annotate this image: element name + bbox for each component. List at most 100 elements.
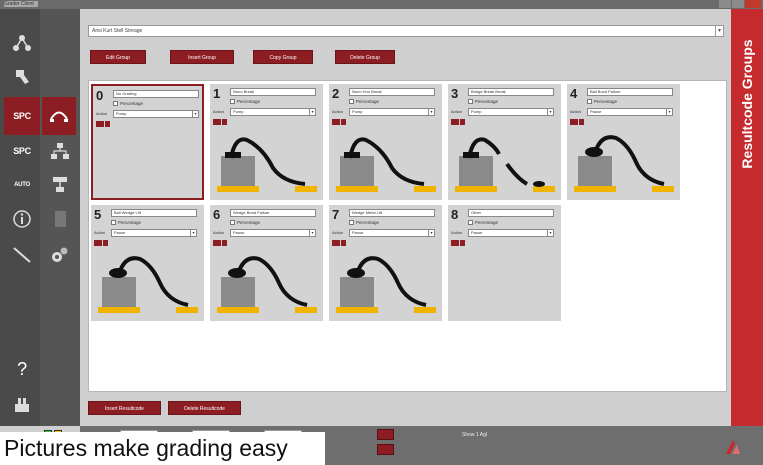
mail-icon[interactable] — [332, 240, 340, 246]
mail-icon[interactable] — [94, 240, 102, 246]
chevron-down-icon[interactable]: ▾ — [547, 230, 553, 236]
action-select[interactable]: Pump ▾ — [468, 108, 554, 116]
action-select[interactable]: Pause ▾ — [111, 229, 197, 237]
table-icon[interactable] — [460, 240, 465, 246]
probe-icon[interactable] — [4, 239, 40, 271]
info-icon[interactable] — [4, 203, 40, 235]
table-icon[interactable] — [579, 119, 584, 125]
percentage-checkbox[interactable]: Percentage — [468, 220, 498, 225]
checkbox-box[interactable] — [587, 99, 592, 104]
resultcode-name-input[interactable]: Wedge Metal Lift — [349, 209, 435, 217]
checkbox-box[interactable] — [468, 220, 473, 225]
table-icon[interactable] — [460, 119, 465, 125]
action-select[interactable]: Pump ▾ — [230, 108, 316, 116]
resultcode-card[interactable]: 6 Wedge Bond Failure Percentage Action Pause… — [210, 205, 323, 321]
delete-resultcode-button[interactable]: Delete Resultcode — [168, 401, 241, 415]
action-select[interactable]: Pause ▾ — [349, 229, 435, 237]
edit-group-button[interactable]: Edit Group — [90, 50, 146, 64]
mail-icon[interactable] — [570, 119, 578, 125]
percentage-checkbox[interactable]: Percentage — [230, 220, 260, 225]
action-select[interactable]: Pump ▾ — [113, 110, 199, 118]
checkbox-box[interactable] — [230, 220, 235, 225]
close-button[interactable] — [745, 0, 761, 8]
chevron-down-icon[interactable]: ▾ — [309, 109, 315, 115]
resultcode-card[interactable]: 3 Bridge Break Break Percentage Action Pump ▾ — [448, 84, 561, 200]
table-icon[interactable] — [105, 121, 110, 127]
action-select[interactable]: Pause ▾ — [468, 229, 554, 237]
checkbox-box[interactable] — [113, 101, 118, 106]
insert-group-button[interactable]: Insert Group — [170, 50, 234, 64]
action-select[interactable]: Pump ▾ — [349, 108, 435, 116]
checkbox-box[interactable] — [230, 99, 235, 104]
resultcode-card[interactable]: 2 Nono Hno Break Percentage Action Pump ▾ — [329, 84, 442, 200]
settings-gears-icon[interactable] — [42, 239, 78, 271]
insert-resultcode-button[interactable]: Insert Resultcode — [88, 401, 161, 415]
resultcode-card[interactable]: 7 Wedge Metal Lift Percentage Action Pause ▾ — [329, 205, 442, 321]
mail-icon[interactable] — [451, 119, 459, 125]
maximize-button[interactable] — [732, 0, 744, 8]
percentage-checkbox[interactable]: Percentage — [349, 220, 379, 225]
action-select[interactable]: Pause ▾ — [230, 229, 316, 237]
resultcode-name-input[interactable]: No Grading — [113, 90, 199, 98]
mail-icon[interactable] — [451, 240, 459, 246]
window-title: Grader Client — [4, 1, 38, 7]
mail-icon[interactable] — [213, 240, 221, 246]
chevron-down-icon[interactable]: ▾ — [309, 230, 315, 236]
table-icon[interactable] — [341, 119, 346, 125]
help-button[interactable]: ? — [4, 353, 40, 385]
resultcode-card[interactable]: 1 Nono Break Percentage Action Pump ▾ — [210, 84, 323, 200]
group-select[interactable]: Ansi Kurt Stell Streage ▾ — [88, 25, 724, 37]
wire-pull-icon[interactable] — [42, 97, 76, 135]
auto-button[interactable]: AUTO — [4, 169, 40, 201]
action-select[interactable]: Pause ▾ — [587, 108, 673, 116]
chevron-down-icon[interactable]: ▾ — [547, 109, 553, 115]
chevron-down-icon[interactable]: ▾ — [428, 230, 434, 236]
resultcode-name-input[interactable]: Nono Hno Break — [349, 88, 435, 96]
table-icon[interactable] — [103, 240, 108, 246]
checkbox-box[interactable] — [349, 99, 354, 104]
spc-button[interactable]: SPC — [4, 135, 40, 167]
resultcode-card[interactable]: 0 No Grading Percentage Action Pump ▾ — [91, 84, 204, 200]
checkbox-box[interactable] — [111, 220, 116, 225]
resultcode-card[interactable]: 8 Other Percentage Action Pause ▾ — [448, 205, 561, 321]
document-icon[interactable] — [42, 203, 78, 235]
checkbox-box[interactable] — [468, 99, 473, 104]
percentage-checkbox[interactable]: Percentage — [349, 99, 379, 104]
chevron-down-icon[interactable]: ▾ — [666, 109, 672, 115]
mail-icon[interactable] — [213, 119, 221, 125]
hierarchy-icon[interactable] — [42, 169, 78, 201]
resultcode-name-input[interactable]: Ball Bond Failure — [587, 88, 673, 96]
chevron-down-icon[interactable]: ▾ — [192, 111, 198, 117]
table-icon[interactable] — [222, 240, 227, 246]
tool-icon[interactable] — [4, 61, 40, 93]
stop-button[interactable] — [377, 444, 394, 455]
spc-chart-button[interactable]: SPC — [4, 97, 40, 135]
chevron-down-icon[interactable]: ▾ — [428, 109, 434, 115]
resultcode-name-input[interactable]: Ball Wedge Lift — [111, 209, 197, 217]
table-icon[interactable] — [222, 119, 227, 125]
resultcode-name-input[interactable]: Bridge Break Break — [468, 88, 554, 96]
percentage-checkbox[interactable]: Percentage — [113, 101, 143, 106]
copy-group-button[interactable]: Copy Group — [253, 50, 313, 64]
record-button[interactable] — [377, 429, 394, 440]
percentage-checkbox[interactable]: Percentage — [587, 99, 617, 104]
percentage-checkbox[interactable]: Percentage — [111, 220, 141, 225]
table-icon[interactable] — [341, 240, 346, 246]
checkbox-box[interactable] — [349, 220, 354, 225]
machine-icon[interactable] — [4, 389, 40, 421]
network-icon[interactable] — [42, 135, 78, 167]
minimize-button[interactable] — [719, 0, 731, 8]
chevron-down-icon[interactable]: ▾ — [715, 26, 723, 36]
mail-icon[interactable] — [332, 119, 340, 125]
molecule-icon[interactable] — [4, 27, 40, 59]
chevron-down-icon[interactable]: ▾ — [190, 230, 196, 236]
resultcode-name-input[interactable]: Wedge Bond Failure — [230, 209, 316, 217]
resultcode-name-input[interactable]: Nono Break — [230, 88, 316, 96]
resultcode-card[interactable]: 4 Ball Bond Failure Percentage Action Pause ▾ — [567, 84, 680, 200]
resultcode-card[interactable]: 5 Ball Wedge Lift Percentage Action Pause ▾ — [91, 205, 204, 321]
percentage-checkbox[interactable]: Percentage — [468, 99, 498, 104]
resultcode-name-input[interactable]: Other — [468, 209, 554, 217]
percentage-checkbox[interactable]: Percentage — [230, 99, 260, 104]
delete-group-button[interactable]: Delete Group — [335, 50, 395, 64]
mail-icon[interactable] — [96, 121, 104, 127]
